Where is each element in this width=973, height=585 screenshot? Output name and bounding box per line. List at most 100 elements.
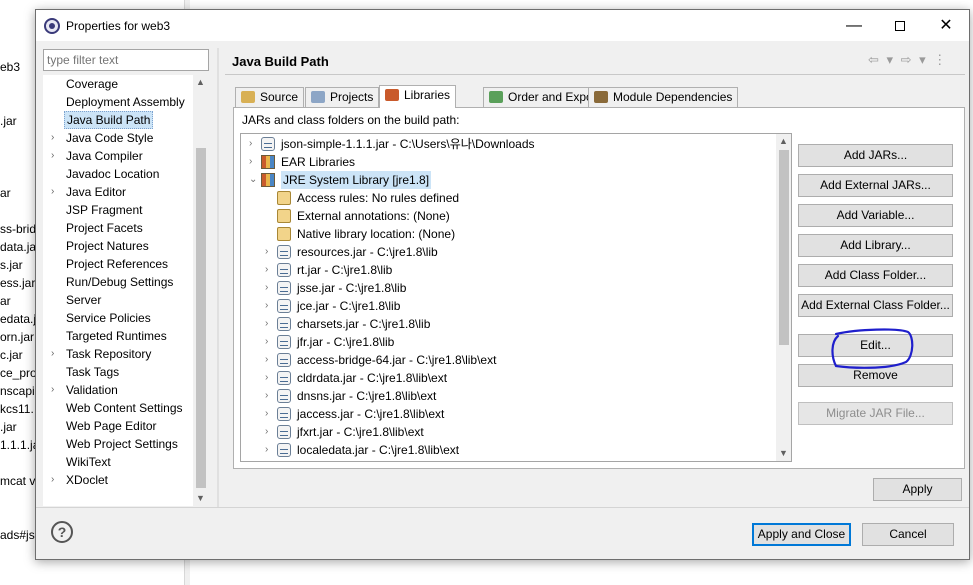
chevron-right-icon[interactable]: › (51, 471, 54, 489)
chevron-right-icon[interactable]: › (265, 405, 275, 423)
nav-item-java-compiler[interactable]: › Java Compiler (43, 147, 193, 165)
tree-row[interactable]: › EAR Libraries (241, 153, 771, 171)
nav-item-wikitext[interactable]: WikiText (43, 453, 193, 471)
chevron-right-icon[interactable]: › (265, 369, 275, 387)
tree-row[interactable]: ⌄ JRE System Library [jre1.8] (241, 171, 771, 189)
apply-and-close-button[interactable]: Apply and Close (752, 523, 851, 546)
maximize-button[interactable] (877, 10, 923, 41)
chevron-down-icon[interactable]: ⌄ (249, 171, 259, 189)
tree-row[interactable]: › jce.jar - C:\jre1.8\lib (241, 297, 771, 315)
chevron-right-icon[interactable]: › (51, 129, 54, 147)
chevron-right-icon[interactable]: › (249, 153, 259, 171)
title-bar[interactable]: Properties for web3 — ✕ (36, 10, 969, 41)
chevron-right-icon[interactable]: › (265, 243, 275, 261)
nav-item-web-project-settings[interactable]: Web Project Settings (43, 435, 193, 453)
nav-item-deployment-assembly[interactable]: Deployment Assembly (43, 93, 193, 111)
tree-row[interactable]: › resources.jar - C:\jre1.8\lib (241, 243, 771, 261)
nav-item-javadoc-location[interactable]: Javadoc Location (43, 165, 193, 183)
nav-item-task-tags[interactable]: Task Tags (43, 363, 193, 381)
nav-item-jsp-fragment[interactable]: JSP Fragment (43, 201, 193, 219)
nav-item-run-debug-settings[interactable]: Run/Debug Settings (43, 273, 193, 291)
tab-module-dependencies[interactable]: Module Dependencies (588, 87, 739, 107)
scroll-up-icon[interactable]: ▲ (779, 136, 788, 146)
apply-button[interactable]: Apply (873, 478, 962, 501)
tree-row[interactable]: External annotations: (None) (241, 207, 771, 225)
tree-row-label: resources.jar - C:\jre1.8\lib (297, 245, 438, 259)
chevron-right-icon[interactable]: › (51, 147, 54, 165)
tree-row[interactable]: › jsse.jar - C:\jre1.8\lib (241, 279, 771, 297)
tab-source[interactable]: Source (235, 87, 305, 107)
chevron-right-icon[interactable]: › (265, 315, 275, 333)
tree-row[interactable]: › jfr.jar - C:\jre1.8\lib (241, 333, 771, 351)
add-library-button[interactable]: Add Library... (798, 234, 953, 257)
chevron-right-icon[interactable]: › (265, 351, 275, 369)
add-class-folder-button[interactable]: Add Class Folder... (798, 264, 953, 287)
help-icon[interactable]: ? (51, 521, 73, 543)
nav-item-project-natures[interactable]: Project Natures (43, 237, 193, 255)
tree-row[interactable]: › rt.jar - C:\jre1.8\lib (241, 261, 771, 279)
nav-item-java-build-path[interactable]: Java Build Path (43, 111, 193, 129)
tree-row[interactable]: Native library location: (None) (241, 225, 771, 243)
tree-row[interactable]: › json-simple-1.1.1.jar - C:\Users\유나\Dow… (241, 135, 771, 153)
tree-row[interactable]: › cldrdata.jar - C:\jre1.8\lib\ext (241, 369, 771, 387)
nav-scroll-thumb[interactable] (196, 148, 206, 488)
nav-item-label: Project References (66, 257, 169, 271)
tree-row[interactable]: › charsets.jar - C:\jre1.8\lib (241, 315, 771, 333)
remove-button[interactable]: Remove (798, 364, 953, 387)
add-jars-button[interactable]: Add JARs... (798, 144, 953, 167)
edit-button[interactable]: Edit... (798, 334, 953, 357)
background-text-fragment: ar (0, 186, 11, 200)
tab-projects[interactable]: Projects (305, 87, 380, 107)
chevron-right-icon[interactable]: › (265, 441, 275, 459)
pane-divider[interactable] (217, 48, 219, 508)
nav-item-xdoclet[interactable]: › XDoclet (43, 471, 193, 489)
nav-item-coverage[interactable]: Coverage (43, 75, 193, 93)
filter-input[interactable] (43, 49, 209, 71)
nav-item-java-editor[interactable]: › Java Editor (43, 183, 193, 201)
nav-item-task-repository[interactable]: › Task Repository (43, 345, 193, 363)
nav-item-project-references[interactable]: Project References (43, 255, 193, 273)
tree-scroll-thumb[interactable] (779, 150, 789, 345)
chevron-right-icon[interactable]: › (265, 333, 275, 351)
migrate-jar-file-button[interactable]: Migrate JAR File... (798, 402, 953, 425)
chevron-right-icon[interactable]: › (249, 135, 259, 153)
add-variable-button[interactable]: Add Variable... (798, 204, 953, 227)
chevron-right-icon[interactable]: › (265, 261, 275, 279)
scroll-up-icon[interactable]: ▲ (196, 77, 205, 87)
add-external-jars-button[interactable]: Add External JARs... (798, 174, 953, 197)
tree-scrollbar[interactable]: ▲ ▼ (776, 134, 791, 461)
chevron-right-icon[interactable]: › (51, 345, 54, 363)
scroll-down-icon[interactable]: ▼ (196, 493, 205, 503)
nav-scrollbar[interactable]: ▲ ▼ (193, 75, 209, 506)
nav-item-validation[interactable]: › Validation (43, 381, 193, 399)
tree-row-label: jfxrt.jar - C:\jre1.8\lib\ext (297, 425, 424, 439)
chevron-right-icon[interactable]: › (51, 183, 54, 201)
nav-item-web-content-settings[interactable]: Web Content Settings (43, 399, 193, 417)
tree-row[interactable]: › dnsns.jar - C:\jre1.8\lib\ext (241, 387, 771, 405)
tree-row[interactable]: › localedata.jar - C:\jre1.8\lib\ext (241, 441, 771, 459)
chevron-right-icon[interactable]: › (265, 387, 275, 405)
tree-row[interactable]: Access rules: No rules defined (241, 189, 771, 207)
tree-row[interactable]: › jaccess.jar - C:\jre1.8\lib\ext (241, 405, 771, 423)
libraries-tree[interactable]: › json-simple-1.1.1.jar - C:\Users\유나\Dow… (240, 133, 792, 462)
nav-item-targeted-runtimes[interactable]: Targeted Runtimes (43, 327, 193, 345)
tree-row[interactable]: › jfxrt.jar - C:\jre1.8\lib\ext (241, 423, 771, 441)
nav-item-java-code-style[interactable]: › Java Code Style (43, 129, 193, 147)
tab-libraries[interactable]: Libraries (379, 85, 457, 108)
add-external-class-folder-button[interactable]: Add External Class Folder... (798, 294, 953, 317)
scroll-down-icon[interactable]: ▼ (779, 448, 788, 458)
tree-row[interactable]: › access-bridge-64.jar - C:\jre1.8\lib\ex… (241, 351, 771, 369)
nav-item-web-page-editor[interactable]: Web Page Editor (43, 417, 193, 435)
cancel-button[interactable]: Cancel (862, 523, 954, 546)
nav-item-project-facets[interactable]: Project Facets (43, 219, 193, 237)
history-nav-icons[interactable]: ⇦ ▾ ⇨ ▾ ⋮ (868, 52, 948, 68)
background-text-fragment: edata.j (0, 312, 35, 326)
nav-item-service-policies[interactable]: Service Policies (43, 309, 193, 327)
minimize-button[interactable]: — (831, 10, 877, 41)
chevron-right-icon[interactable]: › (51, 381, 54, 399)
chevron-right-icon[interactable]: › (265, 297, 275, 315)
close-button[interactable]: ✕ (923, 10, 969, 41)
chevron-right-icon[interactable]: › (265, 279, 275, 297)
chevron-right-icon[interactable]: › (265, 423, 275, 441)
nav-item-server[interactable]: Server (43, 291, 193, 309)
